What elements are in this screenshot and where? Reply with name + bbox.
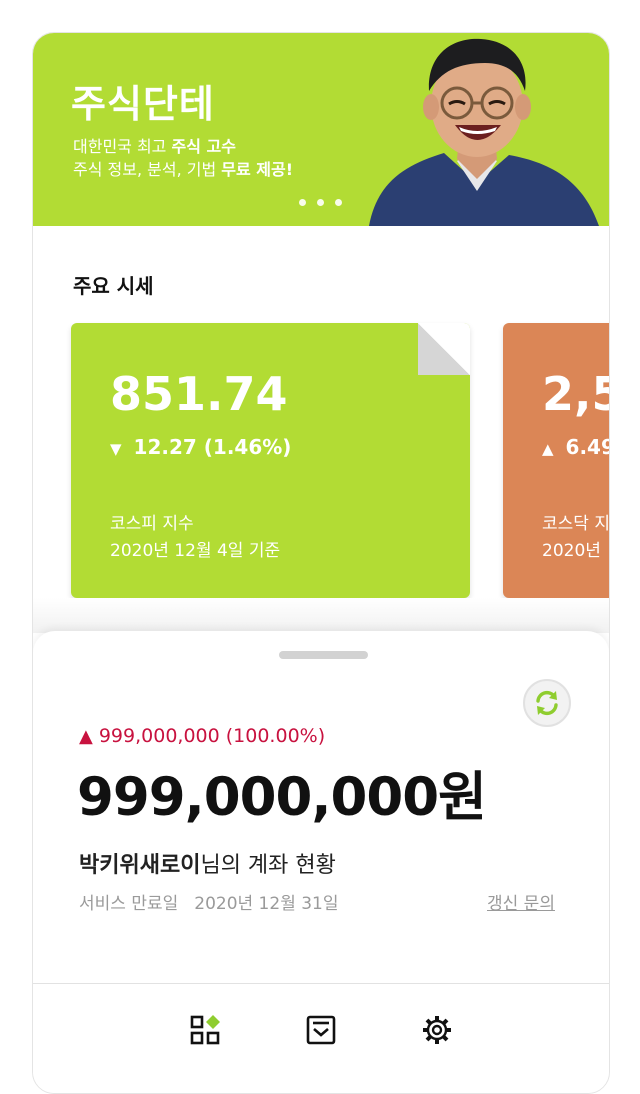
tab-inbox[interactable]	[303, 1012, 339, 1048]
market-section-title: 주요 시세	[73, 274, 154, 298]
down-arrow-icon: ▼	[110, 440, 122, 458]
kosdaq-card[interactable]: 2,5 ▲ 6.49 코스닥 지 2020년	[503, 323, 610, 598]
index-value: 851.74	[110, 367, 288, 421]
promo-banner[interactable]: 주식단테 대한민국 최고 주식 고수 주식 정보, 분석, 기법 무료 제공!	[33, 33, 609, 226]
dashboard-icon	[190, 1015, 220, 1045]
index-name: 코스닥 지	[542, 514, 610, 534]
account-balance: 999,000,000원	[77, 767, 487, 828]
account-bottom-sheet: ▲ 999,000,000 (100.00%) 999,000,000원 박키위새…	[33, 631, 609, 1093]
up-arrow-icon: ▲	[79, 726, 93, 747]
banner-line-2: 주식 정보, 분석, 기법 무료 제공!	[73, 160, 294, 179]
account-change: ▲ 999,000,000 (100.00%)	[79, 725, 325, 747]
sheet-backdrop	[33, 598, 609, 633]
card-fold-corner	[418, 323, 470, 375]
bottom-tab-bar	[33, 983, 609, 1093]
refresh-button[interactable]	[523, 679, 571, 727]
index-date: 2020년 12월 4일 기준	[110, 541, 281, 561]
owner-suffix: 님의 계좌 현황	[200, 853, 336, 878]
expiry-date: 2020년 12월 31일	[194, 894, 339, 914]
banner-pager[interactable]	[299, 199, 342, 206]
service-expiry: 서비스 만료일 2020년 12월 31일	[79, 889, 339, 914]
index-change: ▲ 6.49	[542, 435, 610, 459]
index-change-value: 6.49	[565, 435, 610, 459]
tab-settings[interactable]	[419, 1012, 455, 1048]
gear-icon	[423, 1016, 451, 1044]
pager-dot[interactable]	[299, 199, 306, 206]
index-change: ▼ 12.27 (1.46%)	[110, 435, 291, 459]
expiry-label: 서비스 만료일	[79, 894, 179, 914]
index-name: 코스피 지수	[110, 514, 194, 534]
pager-dot[interactable]	[335, 199, 342, 206]
owner-name: 박키위새로이	[79, 853, 201, 878]
sheet-drag-handle[interactable]	[279, 651, 368, 659]
refresh-icon	[536, 690, 558, 716]
index-change-value: 12.27 (1.46%)	[133, 435, 292, 459]
account-change-value: 999,000,000 (100.00%)	[98, 725, 326, 747]
tab-dashboard[interactable]	[187, 1012, 223, 1048]
index-value: 2,5	[542, 367, 609, 421]
pager-dot[interactable]	[317, 199, 324, 206]
banner-person-photo	[369, 38, 599, 226]
kospi-card[interactable]: 851.74 ▼ 12.27 (1.46%) 코스피 지수 2020년 12월 4…	[71, 323, 470, 598]
renew-inquiry-link[interactable]: 갱신 문의	[487, 889, 555, 914]
index-date: 2020년	[542, 541, 601, 561]
app-screen: 주식단테 대한민국 최고 주식 고수 주식 정보, 분석, 기법 무료 제공!	[32, 32, 610, 1094]
inbox-icon	[306, 1015, 336, 1045]
banner-line-1: 대한민국 최고 주식 고수	[73, 137, 236, 156]
banner-title: 주식단테	[71, 82, 215, 126]
up-arrow-icon: ▲	[542, 440, 554, 458]
account-owner: 박키위새로이님의 계좌 현황	[79, 847, 336, 879]
